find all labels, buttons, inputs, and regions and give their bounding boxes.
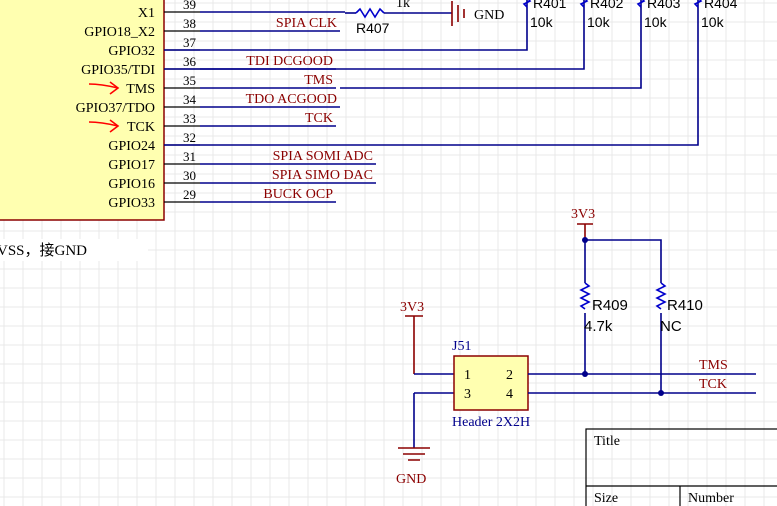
r407-value: 1k xyxy=(396,0,410,11)
header-part: Header 2X2H xyxy=(452,415,530,430)
net-label: TCK xyxy=(305,111,333,126)
pin-name: GPIO32 xyxy=(108,44,155,59)
pin-number: 31 xyxy=(183,149,196,164)
pin-number: 38 xyxy=(183,16,196,31)
pin-number: 30 xyxy=(183,168,196,183)
header-pin-4: 4 xyxy=(506,387,513,402)
header-pin-2: 2 xyxy=(506,368,513,383)
pin-name: GPIO16 xyxy=(108,177,155,192)
pullup-3v3-label: 3V3 xyxy=(571,207,595,222)
junction-dot xyxy=(582,237,588,243)
pin-number: 29 xyxy=(183,187,196,202)
pin-name: TCK xyxy=(127,120,155,135)
number-label: Number xyxy=(688,491,734,506)
r410-ref: R410 xyxy=(667,297,703,314)
header-gnd-label: GND xyxy=(396,472,426,487)
pin-number: 36 xyxy=(183,54,197,69)
pin-name: GPIO33 xyxy=(108,196,155,211)
net-label: TDO ACGOOD xyxy=(246,92,337,107)
r404-value: 10k xyxy=(701,14,725,30)
net-label: TDI DCGOOD xyxy=(246,54,333,69)
size-label: Size xyxy=(594,491,618,506)
r410-value: NC xyxy=(660,318,682,335)
r404-ref: R404 xyxy=(704,0,738,11)
pin-name: GPIO24 xyxy=(108,139,155,154)
net-label: SPIA CLK xyxy=(276,16,337,31)
net-label: SPIA SOMI ADC xyxy=(273,149,373,164)
header-3v3-label: 3V3 xyxy=(400,300,424,315)
pin-name: GPIO37/TDO xyxy=(76,101,155,116)
r402-ref: R402 xyxy=(590,0,624,11)
r409-ref: R409 xyxy=(592,297,628,314)
header-pin-3: 3 xyxy=(464,387,471,402)
r407-ref: R407 xyxy=(356,20,390,36)
header-ref: J51 xyxy=(452,339,471,354)
vss-note: VSS，接GND xyxy=(0,242,87,259)
header-pin-1: 1 xyxy=(464,368,471,383)
jtag-pullups: 3V3 R409 4.7k R410 NC xyxy=(571,207,703,396)
schematic-canvas: X1 39 GPIO18_X2 38 GPIO32 37 GPIO35/TDI 36 TMS 35… xyxy=(0,0,777,506)
pin-name: GPIO35/TDI xyxy=(81,63,155,78)
gnd-x1-label: GND xyxy=(474,8,504,23)
r403-ref: R403 xyxy=(647,0,681,11)
r403-value: 10k xyxy=(644,14,668,30)
net-label: SPIA SIMO DAC xyxy=(272,168,373,183)
pin-number: 33 xyxy=(183,111,196,126)
resistor-r409-icon[interactable] xyxy=(579,282,591,310)
pin-number: 37 xyxy=(183,35,197,50)
net-label-tck-header: TCK xyxy=(699,377,727,392)
pin-number: 34 xyxy=(183,92,197,107)
pin-number: 32 xyxy=(183,130,196,145)
r401-ref: R401 xyxy=(533,0,567,11)
pin-name: GPIO18_X2 xyxy=(84,25,155,40)
pin-number: 39 xyxy=(183,0,196,12)
net-label: BUCK OCP xyxy=(263,187,333,202)
resistor-r410-icon[interactable] xyxy=(655,282,667,310)
x1-circuit: 1k R407 GND xyxy=(345,0,504,36)
title-label: Title xyxy=(594,434,620,449)
pin-number: 35 xyxy=(183,73,196,88)
pin-name: X1 xyxy=(138,6,155,21)
pin-name: GPIO17 xyxy=(108,158,155,173)
r409-value: 4.7k xyxy=(584,318,613,335)
net-label: TMS xyxy=(304,73,333,88)
title-block: Title Size Number xyxy=(585,428,777,506)
net-label-tms-header: TMS xyxy=(699,358,728,373)
resistor-r407-icon[interactable] xyxy=(355,7,385,19)
r402-value: 10k xyxy=(587,14,611,30)
pin-name: TMS xyxy=(126,82,155,97)
r401-value: 10k xyxy=(530,14,554,30)
